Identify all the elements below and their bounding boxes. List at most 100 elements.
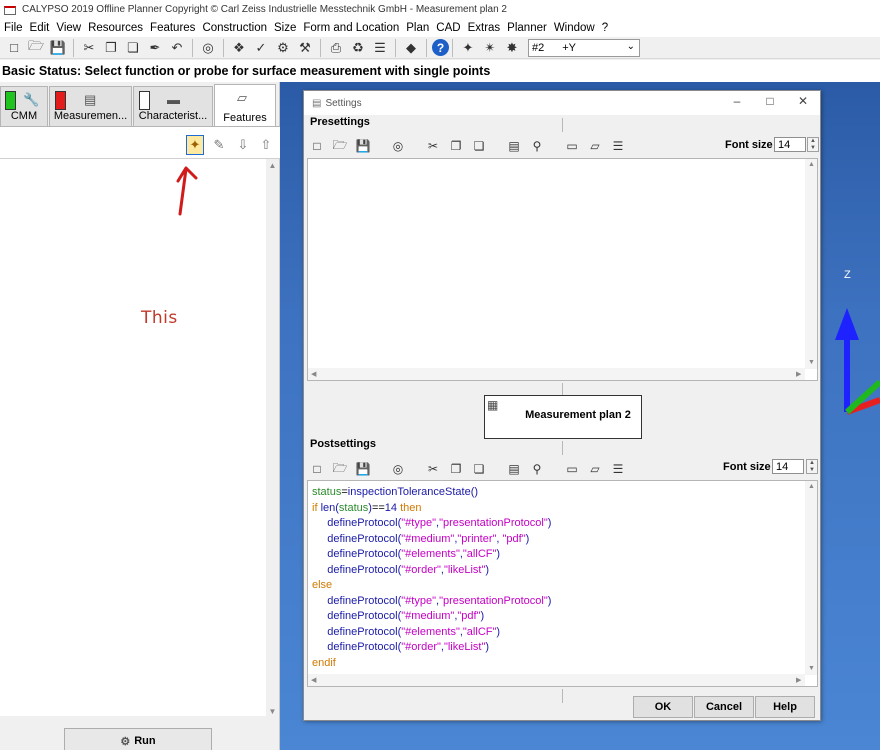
paste-icon[interactable]: ❏ xyxy=(123,38,143,58)
cut-icon[interactable]: ✂ xyxy=(423,460,443,478)
lock-icon[interactable]: ◆ xyxy=(401,38,421,58)
probe-select[interactable]: #2 +Y ⌄ xyxy=(528,38,640,57)
ok-button[interactable]: OK xyxy=(633,696,693,718)
undo-icon[interactable]: ↶ xyxy=(167,38,187,58)
scroll-up-icon[interactable]: ▲ xyxy=(266,161,279,173)
menu-extras[interactable]: Extras xyxy=(466,22,506,34)
open-folder-icon[interactable]: 🗁 xyxy=(330,137,350,155)
close-icon[interactable]: ✕ xyxy=(792,94,814,112)
variables-icon[interactable]: ▭ xyxy=(562,460,582,478)
menu-edit[interactable]: Edit xyxy=(28,22,55,34)
formula-icon[interactable]: ▤ xyxy=(504,137,524,155)
zoom-icon[interactable]: ⚲ xyxy=(527,137,547,155)
menu-planner[interactable]: Planner xyxy=(505,22,552,34)
maximize-icon[interactable]: □ xyxy=(759,94,781,112)
postsettings-vscroll[interactable]: ▲ ▼ xyxy=(805,481,817,675)
new-icon[interactable]: □ xyxy=(307,137,327,155)
zoom-icon[interactable]: ⚲ xyxy=(527,460,547,478)
postsettings-font-size-input[interactable]: 14 xyxy=(772,459,804,474)
paste-icon[interactable]: ❏ xyxy=(469,460,489,478)
list-icon[interactable]: ☰ xyxy=(370,38,390,58)
scroll-right-icon[interactable]: ▶ xyxy=(796,370,801,378)
feature-list-scrollbar[interactable]: ▲ ▼ xyxy=(266,159,279,719)
presettings-hscroll[interactable]: ◀ ▶ xyxy=(308,368,805,380)
open-folder-icon[interactable]: 🗁 xyxy=(330,460,350,478)
probe-move-icon[interactable]: ✴ xyxy=(480,38,500,58)
list-icon[interactable]: ☰ xyxy=(608,460,628,478)
menu-size[interactable]: Size xyxy=(272,22,301,34)
save-icon[interactable]: 💾 xyxy=(353,137,373,155)
stylus-icon[interactable]: ✦ xyxy=(458,38,478,58)
probe-red-icon[interactable]: ✸ xyxy=(502,38,522,58)
probe-tool-icon[interactable]: ❖ xyxy=(229,38,249,58)
copy-icon[interactable]: ❐ xyxy=(446,460,466,478)
postsettings-font-size-spinner[interactable]: ▲ ▼ xyxy=(806,459,818,474)
arrow-down-icon[interactable]: ⇩ xyxy=(234,135,252,155)
menu-view[interactable]: View xyxy=(54,22,86,34)
menu-features[interactable]: Features xyxy=(148,22,200,34)
open-folder-icon[interactable]: 🗁 xyxy=(26,38,46,58)
binoculars-icon[interactable]: ◎ xyxy=(198,38,218,58)
copy-icon[interactable]: ❐ xyxy=(101,38,121,58)
probe-settings-icon[interactable]: ⚙ xyxy=(273,38,293,58)
print-icon[interactable]: ⎙ xyxy=(326,38,346,58)
minimize-icon[interactable]: – xyxy=(726,94,748,112)
variables-icon[interactable]: ▭ xyxy=(562,137,582,155)
code-token: status xyxy=(338,501,369,514)
postsettings-hscroll[interactable]: ◀ ▶ xyxy=(308,674,805,686)
new-file-icon[interactable]: □ xyxy=(4,38,24,58)
trash-icon[interactable]: ♻ xyxy=(348,38,368,58)
scroll-down-icon[interactable]: ▼ xyxy=(808,359,815,366)
formula-icon[interactable]: ▤ xyxy=(504,460,524,478)
measurement-plan-box[interactable]: ▦ Measurement plan 2 xyxy=(484,395,642,439)
menu-resources[interactable]: Resources xyxy=(86,22,148,34)
code-token: defineProtocol( xyxy=(327,641,402,653)
menu-cad[interactable]: CAD xyxy=(434,22,465,34)
feature-wizard-icon[interactable]: ✦ xyxy=(186,135,204,155)
scroll-down-icon[interactable]: ▼ xyxy=(266,707,279,719)
brush-icon[interactable]: ✒ xyxy=(145,38,165,58)
arrow-up-icon[interactable]: ⇧ xyxy=(257,135,275,155)
help-icon[interactable]: ? xyxy=(432,39,449,56)
paste-icon[interactable]: ❏ xyxy=(469,137,489,155)
menu-file[interactable]: File xyxy=(2,22,28,34)
tools-icon[interactable]: ⚒ xyxy=(295,38,315,58)
tab-cmm[interactable]: 🔧 CMM xyxy=(0,86,48,126)
scroll-up-icon[interactable]: ▲ xyxy=(808,483,815,490)
scroll-up-icon[interactable]: ▲ xyxy=(808,161,815,168)
menu-form-and-location[interactable]: Form and Location xyxy=(301,22,404,34)
presettings-editor[interactable]: ▲ ▼ ◀ ▶ xyxy=(307,158,818,381)
tab-measurement[interactable]: ▤ Measuremen... xyxy=(49,86,132,126)
menu-help[interactable]: ? xyxy=(600,22,613,34)
probe-check-icon[interactable]: ✓ xyxy=(251,38,271,58)
copy-icon[interactable]: ❐ xyxy=(446,137,466,155)
run-button[interactable]: ⚙ Run xyxy=(64,728,212,750)
postsettings-editor[interactable]: status=inspectionToleranceState() if len(… xyxy=(307,480,818,687)
shapes-icon[interactable]: ▱ xyxy=(585,460,605,478)
save-icon[interactable]: 💾 xyxy=(48,38,68,58)
save-icon[interactable]: 💾 xyxy=(353,460,373,478)
scroll-right-icon[interactable]: ▶ xyxy=(796,676,801,684)
feature-list[interactable]: This xyxy=(0,159,266,716)
new-icon[interactable]: □ xyxy=(307,460,327,478)
cancel-button[interactable]: Cancel xyxy=(694,696,754,718)
help-button[interactable]: Help xyxy=(755,696,815,718)
menu-plan[interactable]: Plan xyxy=(404,22,434,34)
cut-icon[interactable]: ✂ xyxy=(79,38,99,58)
presettings-font-size-spinner[interactable]: ▲ ▼ xyxy=(807,137,819,152)
tab-features[interactable]: ▱ Features xyxy=(214,84,276,128)
scroll-left-icon[interactable]: ◀ xyxy=(311,370,316,378)
menu-construction[interactable]: Construction xyxy=(200,22,272,34)
scroll-down-icon[interactable]: ▼ xyxy=(808,665,815,672)
binoculars-icon[interactable]: ◎ xyxy=(388,460,408,478)
pencil-icon[interactable]: ✎ xyxy=(210,135,228,155)
binoculars-icon[interactable]: ◎ xyxy=(388,137,408,155)
presettings-vscroll[interactable]: ▲ ▼ xyxy=(805,159,817,369)
scroll-left-icon[interactable]: ◀ xyxy=(311,676,316,684)
presettings-font-size-input[interactable]: 14 xyxy=(774,137,806,152)
shapes-icon[interactable]: ▱ xyxy=(585,137,605,155)
menu-window[interactable]: Window xyxy=(552,22,600,34)
list-icon[interactable]: ☰ xyxy=(608,137,628,155)
tab-characteristics[interactable]: ▬ Characterist... xyxy=(133,86,213,126)
cut-icon[interactable]: ✂ xyxy=(423,137,443,155)
